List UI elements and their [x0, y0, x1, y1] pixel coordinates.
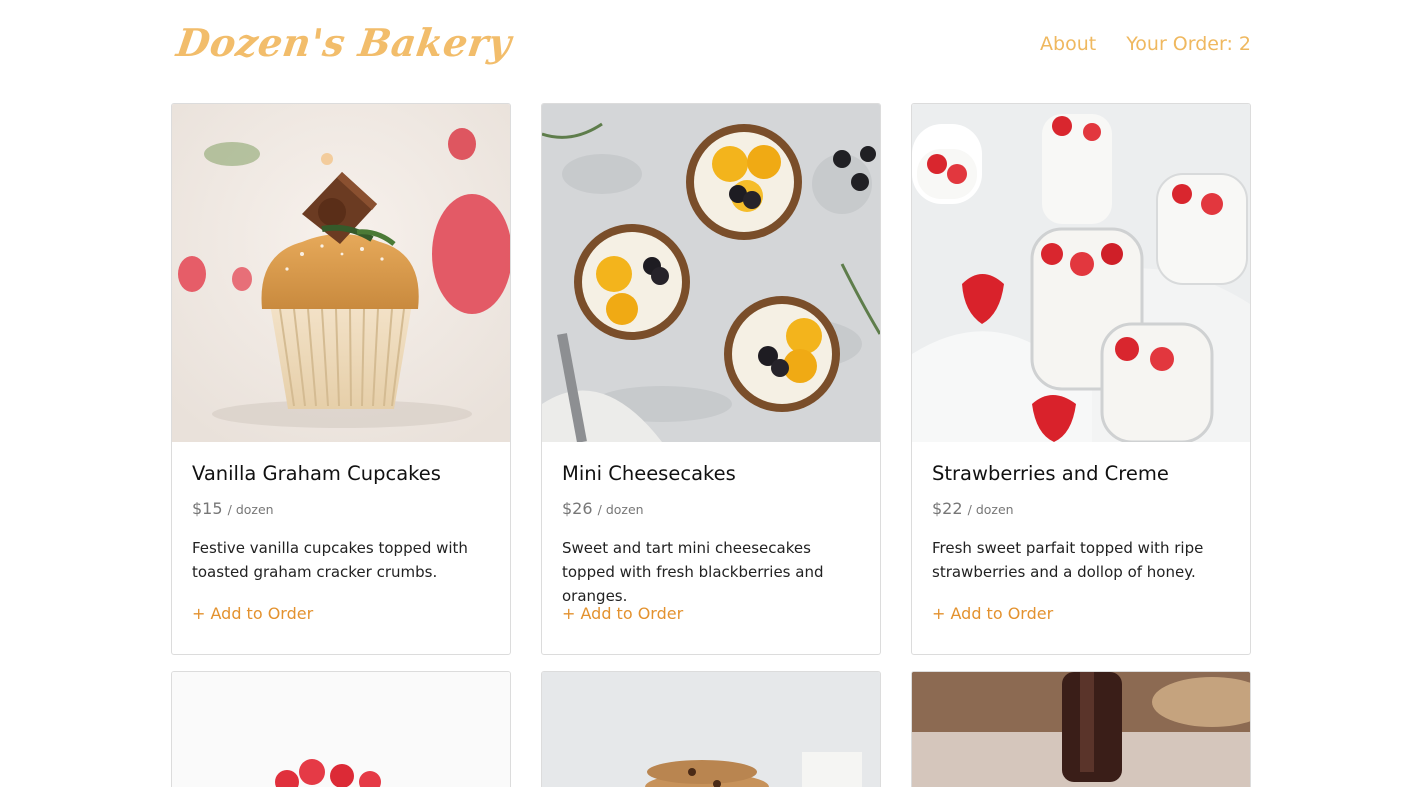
product-card: Mini Cheesecakes $26 / dozen Sweet and t… — [541, 103, 881, 655]
product-image-cupcake — [172, 104, 510, 442]
product-image-raspberry-dessert — [172, 672, 510, 787]
nav-your-order-link[interactable]: Your Order: 2 — [1126, 33, 1251, 55]
product-title: Strawberries and Creme — [932, 462, 1169, 485]
add-to-order-button[interactable]: + Add to Order — [192, 604, 313, 623]
product-description: Fresh sweet parfait topped with ripe str… — [932, 539, 1204, 581]
product-card: Strawberries and Creme $22 / dozen Fresh… — [911, 103, 1251, 655]
price-unit: / dozen — [967, 502, 1014, 517]
product-image-strawberries-creme — [912, 104, 1250, 442]
product-price: $22 — [932, 499, 963, 518]
product-card — [911, 671, 1251, 787]
product-card-body: Strawberries and Creme $22 / dozen Fresh… — [912, 442, 1250, 623]
price-line: $22 / dozen — [932, 499, 1230, 518]
product-price: $15 — [192, 499, 223, 518]
product-card — [171, 671, 511, 787]
product-card: Vanilla Graham Cupcakes $15 / dozen Fest… — [171, 103, 511, 655]
logo-text: Dozen's Bakery — [173, 20, 515, 65]
add-to-order-button[interactable]: + Add to Order — [932, 604, 1053, 623]
price-unit: / dozen — [227, 502, 274, 517]
product-card-body: Vanilla Graham Cupcakes $15 / dozen Fest… — [172, 442, 510, 623]
product-card-body: Mini Cheesecakes $26 / dozen Sweet and t… — [542, 442, 880, 623]
product-title: Mini Cheesecakes — [562, 462, 736, 485]
bakery-logo[interactable]: Dozen's Bakery — [174, 20, 515, 65]
product-price: $26 — [562, 499, 593, 518]
add-to-order-button[interactable]: + Add to Order — [562, 604, 683, 623]
main-nav: About Your Order: 2 — [1040, 33, 1251, 55]
product-image-cookies — [542, 672, 880, 787]
product-card — [541, 671, 881, 787]
product-description: Sweet and tart mini cheesecakes topped w… — [562, 539, 824, 605]
price-unit: / dozen — [597, 502, 644, 517]
product-title: Vanilla Graham Cupcakes — [192, 462, 441, 485]
price-line: $26 / dozen — [562, 499, 860, 518]
product-image-chocolate-dessert — [912, 672, 1250, 787]
product-image-cheesecakes — [542, 104, 880, 442]
nav-about-link[interactable]: About — [1040, 33, 1096, 55]
price-line: $15 / dozen — [192, 499, 490, 518]
product-description: Festive vanilla cupcakes topped with toa… — [192, 539, 468, 581]
site-header: Dozen's Bakery About Your Order: 2 — [171, 0, 1251, 96]
